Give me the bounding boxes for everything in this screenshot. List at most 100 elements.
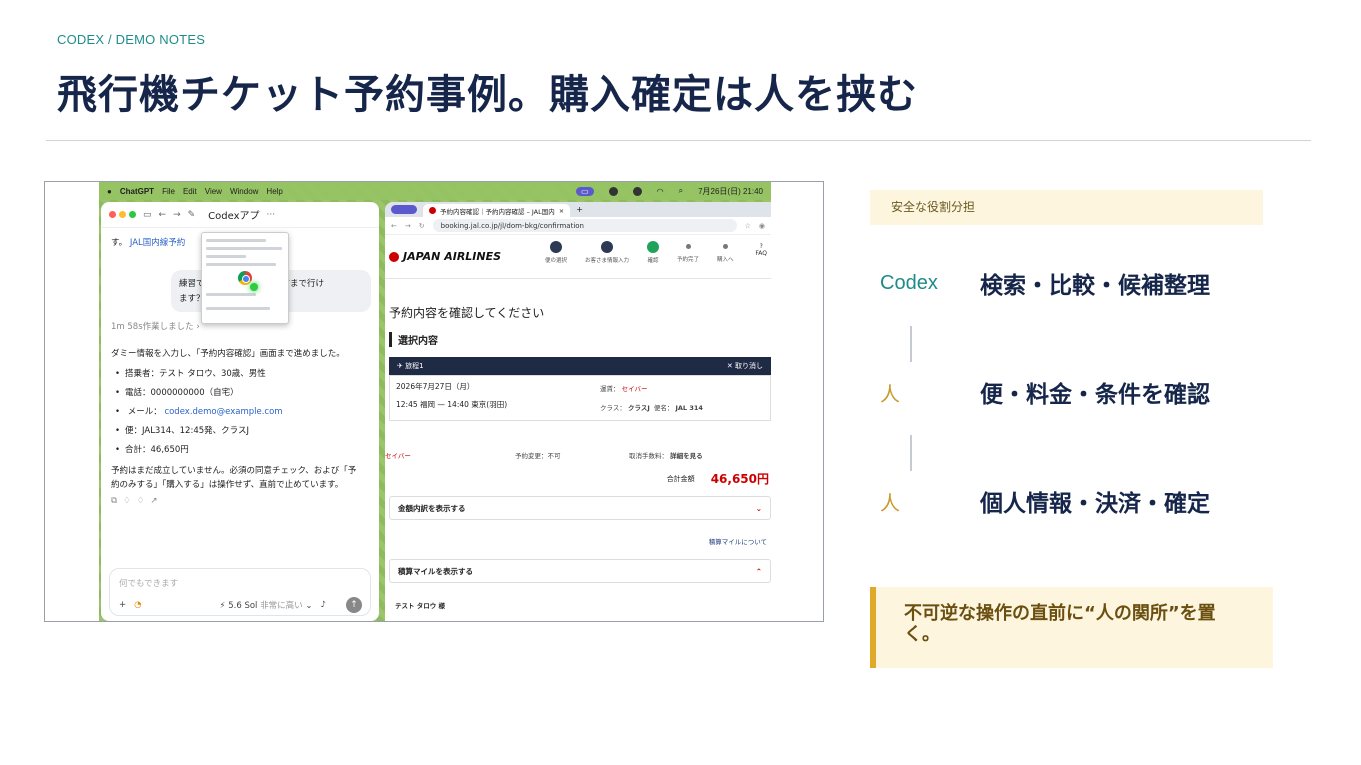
footer-line2: 約のみする」「購入する」は操作せず、直前で止めています。 [111,480,344,490]
step-current-icon [647,241,660,253]
section-heading: 選択内容 [389,332,438,347]
more-icon[interactable]: ··· [267,210,276,220]
effort-label: 非常に高い [260,601,303,611]
airline-name: JAPAN AIRLINES [403,250,502,263]
back-icon[interactable]: ← [391,222,397,230]
cancel-fee-link[interactable]: 詳細を見る [670,452,703,460]
flight-label: 便名： [653,404,674,412]
thumbs-up-icon[interactable]: ♢ [123,496,137,506]
browser-window: 予約内容確認｜予約内容確認 – JAL国内 × + ← → ↻ booking.… [385,202,771,621]
profile-icon[interactable]: ◉ [759,222,765,230]
search-icon[interactable]: ⌕ [679,186,683,196]
composer-placeholder[interactable]: 何でもできます [119,577,178,589]
compose-icon[interactable]: ✎ [188,210,196,220]
forward-icon[interactable]: → [405,222,411,230]
browser-thumbnail[interactable] [201,232,289,324]
url-field[interactable]: booking.jal.co.jp/jl/dom-bkg/confirmatio… [432,219,737,232]
plane-icon: ✈ [397,362,403,370]
roles-tag: 安全な役割分担 [870,190,1263,225]
status-icon[interactable] [608,186,618,196]
address-bar-row: ← → ↻ booking.jal.co.jp/jl/dom-bkg/confi… [385,217,771,235]
step-label: 便の選択 [545,258,568,264]
thumbs-down-icon[interactable]: ♢ [137,496,151,506]
plus-icon[interactable]: + [119,600,126,610]
close-tab-icon[interactable]: × [559,207,564,215]
send-button[interactable]: ↑ [346,597,362,613]
step-done-icon [550,241,562,253]
passenger-name: テスト タロウ 様 [395,602,446,610]
sidebar-icon[interactable]: ▭ [143,210,152,220]
close-button[interactable] [109,211,116,218]
model-picker[interactable]: ⚡ 5.6 Sol 非常に高い ⌄ [220,599,313,611]
apple-icon[interactable]: ● [107,187,112,196]
role-actor: Codex [880,271,938,294]
total-price: 合計金額 46,650円 [667,470,769,487]
codex-titlebar: ▭ ← → ✎ Codexアプ ··· [101,202,379,228]
arrival: 14:40 東京(羽田) [447,400,508,409]
composer[interactable]: 何でもできます + ◔ ⚡ 5.6 Sol 非常に高い ⌄ ♪ ↑ [109,568,371,616]
codex-window-title: Codexアプ [208,211,260,222]
miles-accordion[interactable]: 積算マイルを表示する ⌃ [389,559,771,583]
mac-menubar: ● ChatGPT File Edit View Window Help ▭ ◠… [99,182,771,200]
jal-logo[interactable]: JAPAN AIRLINES [389,250,501,263]
jal-link[interactable]: JAL国内線予約 [130,238,185,248]
mic-icon[interactable]: ♪ [320,600,325,610]
bullet-email: メール： codex.demo@example.com [115,405,283,417]
breakdown-accordion[interactable]: 金額内訳を表示する ⌄ [389,496,771,520]
warning-icon[interactable]: ◔ [134,600,141,610]
fare-type-label: 運賃： [600,385,620,393]
menu-edit[interactable]: Edit [183,187,197,196]
menu-file[interactable]: File [162,187,175,196]
role-actor: 人 [880,381,900,406]
menu-view[interactable]: View [205,187,222,196]
booking-steps: 便の選択 お客さま情報入力 確認 予約完了 購入へ [545,241,734,264]
minimize-button[interactable] [119,211,126,218]
back-icon[interactable]: ← [159,210,167,220]
step-label: 予約完了 [677,257,700,263]
zoom-button[interactable] [129,211,136,218]
demo-screenshot: ● ChatGPT File Edit View Window Help ▭ ◠… [44,181,824,622]
trip-label: 旅程1 [405,362,424,370]
trip-details: 2026年7月27日（月） 12:45 福岡 — 14:40 東京(羽田) 運賃… [389,375,771,421]
class-flight: クラス： クラスJ 便名： JAL 314 [600,402,703,412]
jal-crane-icon [389,251,399,262]
total-label: 合計金額 [666,474,695,483]
new-tab-icon[interactable]: + [576,205,583,214]
role-row-human-2: 人 個人情報・決済・確定 [880,484,1210,518]
departure: 12:45 福岡 [396,400,435,409]
menu-window[interactable]: Window [230,187,258,196]
role-row-codex: Codex 検索・比較・候補整理 [880,266,1210,300]
worked-text: 1m 58s作業しました [111,322,194,332]
copy-icon[interactable]: ⧉ [111,496,123,506]
reload-icon[interactable]: ↻ [419,222,425,230]
step-pending-icon [722,244,728,249]
footer-line1: 予約はまだ成立していません。必須の同意チェック、および「予 [111,466,357,476]
bookmark-icon[interactable]: ☆ [745,222,751,230]
menu-help[interactable]: Help [266,187,282,196]
menubar-clock[interactable]: 7月26日(日) 21:40 [698,186,763,197]
connector-line [910,326,912,362]
cancel-button[interactable]: ✕ 取り消し [727,361,763,371]
chrome-icon [238,271,252,285]
class-label: クラス： [600,404,626,412]
step-label: 購入へ [717,257,734,263]
total-amount: 46,650円 [710,472,769,486]
status-icon[interactable] [632,186,642,196]
menubar-app[interactable]: ChatGPT [120,187,154,196]
tab-group-icon[interactable] [391,205,417,214]
bullet-flight: 便：JAL314、12:45発、クラスJ [115,424,249,436]
model-label: 5.6 Sol [228,601,258,611]
mileage-link[interactable]: 積算マイルについて [709,536,767,546]
status-pill-icon[interactable]: ▭ [576,186,594,196]
tab-active[interactable]: 予約内容確認｜予約内容確認 – JAL国内 × [423,204,571,217]
fare-name[interactable]: セイバー [385,450,411,460]
cancel-label: 取り消し [735,362,763,370]
faq-link[interactable]: ? FAQ [755,243,767,257]
role-task: 検索・比較・候補整理 [980,273,1210,299]
fare-type-value[interactable]: セイバー [622,385,648,393]
worked-duration[interactable]: 1m 58s作業しました › [111,320,200,332]
email-link[interactable]: codex.demo@example.com [164,407,282,417]
share-icon[interactable]: ↗ [150,496,163,506]
forward-icon[interactable]: → [173,210,181,220]
wifi-icon[interactable]: ◠ [657,187,664,196]
